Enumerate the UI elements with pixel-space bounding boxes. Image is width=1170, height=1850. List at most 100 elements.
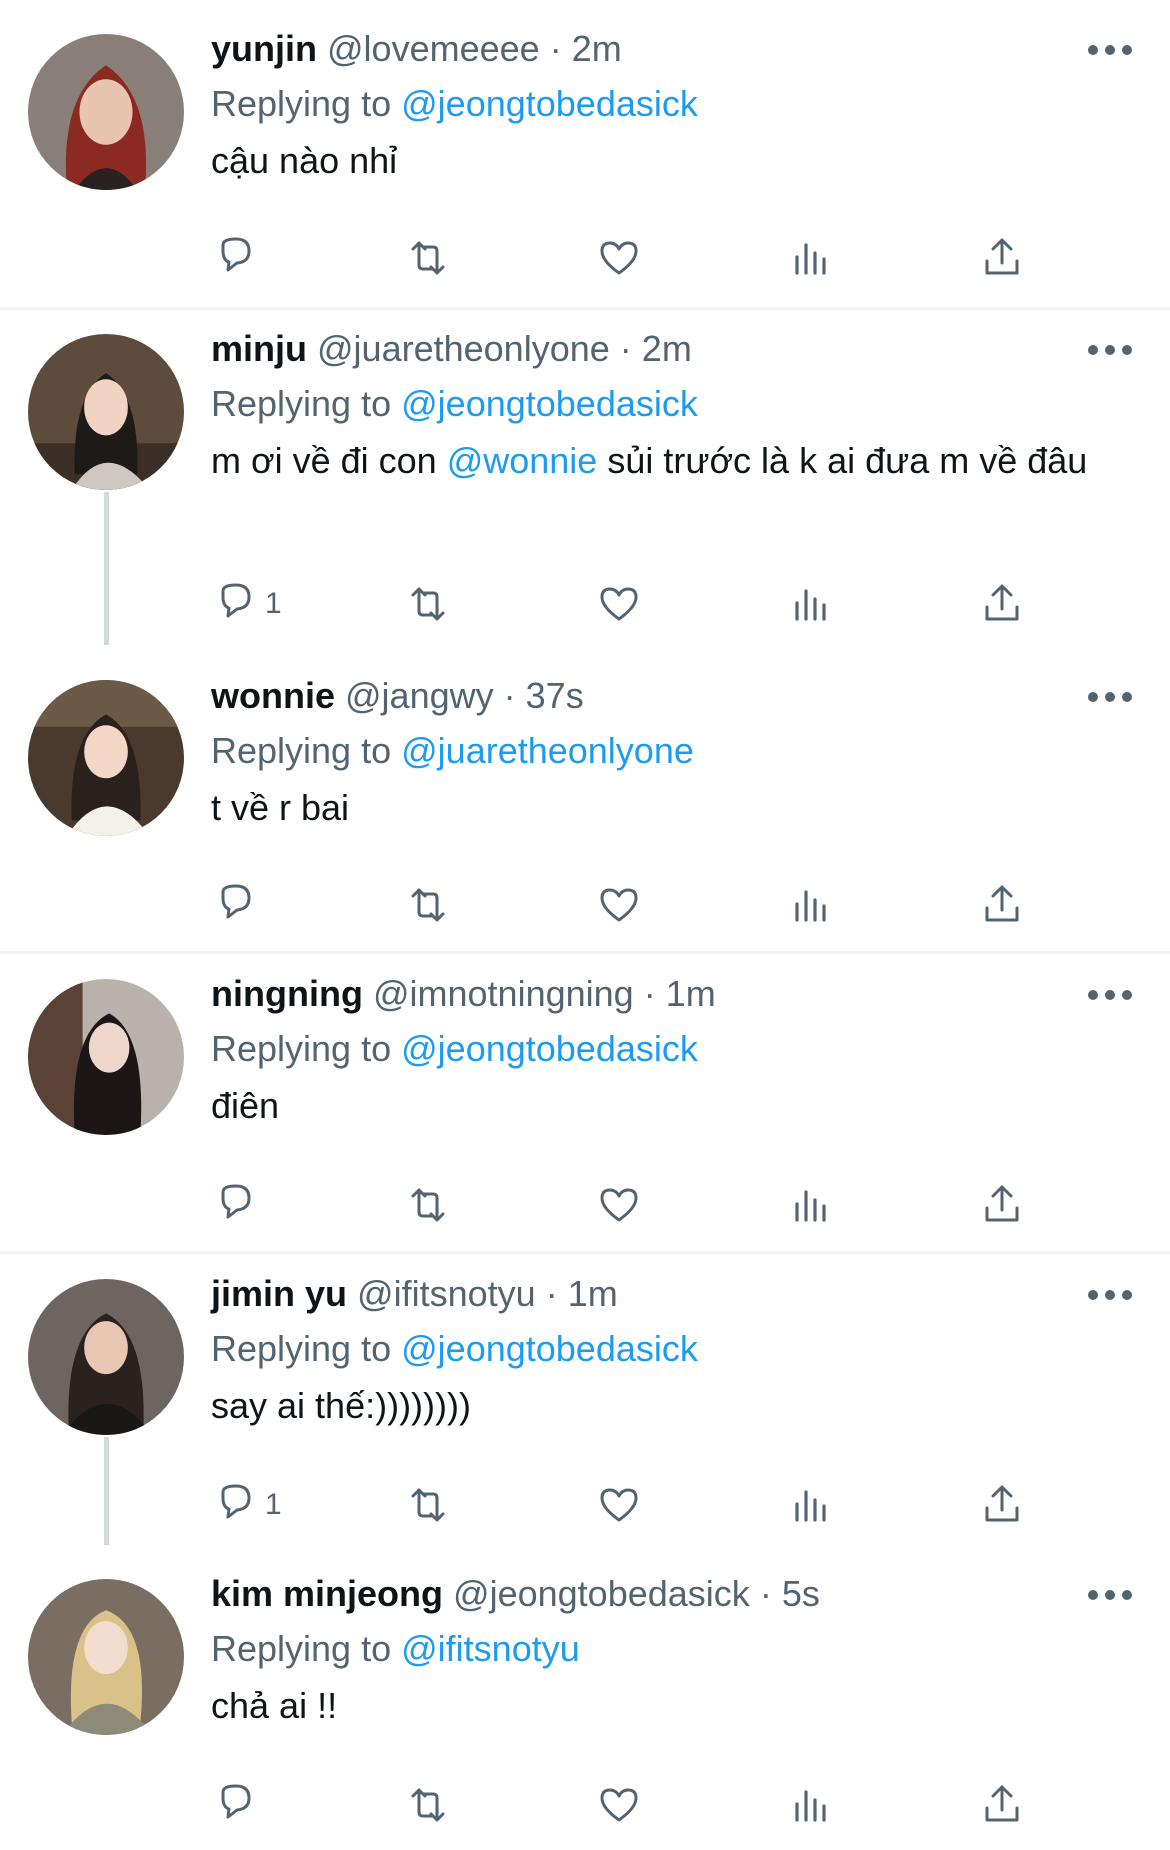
avatar-photo — [28, 680, 184, 836]
views-button[interactable] — [786, 1775, 836, 1835]
views-button[interactable] — [786, 228, 836, 288]
reply-icon — [221, 1484, 251, 1519]
tweet-text: chả ai !! — [211, 1683, 1110, 1729]
display-name[interactable]: yunjin — [211, 28, 317, 69]
reply-button[interactable]: 1 — [211, 1475, 282, 1535]
replying-to-handle[interactable]: @jeongtobedasick — [401, 1328, 698, 1369]
reply-button[interactable] — [211, 228, 261, 288]
reply-button[interactable] — [211, 1775, 261, 1835]
separator-dot: · — [643, 973, 656, 1014]
retweet-icon — [411, 1488, 445, 1522]
like-icon — [600, 1788, 638, 1822]
user-handle[interactable]: @ifitsnotyu — [357, 1273, 536, 1314]
tweet-wonnie[interactable]: wonnie @jangwy · 37s Replying to @juaret… — [0, 645, 1170, 945]
like-button[interactable] — [594, 1175, 644, 1235]
retweet-icon — [411, 1188, 445, 1222]
more-options-icon[interactable] — [1088, 689, 1132, 705]
user-handle[interactable]: @jangwy — [345, 675, 494, 716]
display-name[interactable]: jimin yu — [211, 1273, 347, 1314]
timestamp[interactable]: 2m — [572, 28, 622, 69]
more-options-icon[interactable] — [1088, 42, 1132, 58]
tweet-minju[interactable]: minju @juaretheonlyone · 2m Replying to … — [0, 300, 1170, 645]
share-button[interactable] — [977, 574, 1027, 634]
more-options-icon[interactable] — [1088, 342, 1132, 358]
share-button[interactable] — [977, 228, 1027, 288]
tweet-text-segment: say ai thế:)))))))) — [211, 1385, 471, 1426]
avatar[interactable] — [28, 979, 184, 1135]
tweet-actions — [211, 228, 1071, 288]
reply-button[interactable] — [211, 875, 261, 935]
reply-button[interactable]: 1 — [211, 574, 282, 634]
timestamp[interactable]: 1m — [666, 973, 716, 1014]
like-button[interactable] — [594, 875, 644, 935]
avatar[interactable] — [28, 34, 184, 190]
avatar-photo — [28, 1579, 184, 1735]
display-name[interactable]: kim minjeong — [211, 1573, 443, 1614]
display-name[interactable]: ningning — [211, 973, 363, 1014]
timestamp[interactable]: 2m — [642, 328, 692, 369]
reply-icon — [221, 1184, 251, 1219]
views-icon — [795, 1190, 826, 1222]
views-icon — [795, 1490, 826, 1522]
replying-to-handle[interactable]: @ifitsnotyu — [401, 1628, 580, 1669]
share-button[interactable] — [977, 1175, 1027, 1235]
share-icon — [985, 238, 1019, 275]
replying-to-label: Replying to — [211, 83, 392, 124]
timestamp[interactable]: 37s — [526, 675, 584, 716]
user-handle[interactable]: @juaretheonlyone — [317, 328, 610, 369]
retweet-button[interactable] — [403, 1775, 453, 1835]
views-button[interactable] — [786, 875, 836, 935]
avatar[interactable] — [28, 680, 184, 836]
user-handle[interactable]: @imnotningning — [373, 973, 634, 1014]
retweet-button[interactable] — [403, 1475, 453, 1535]
views-button[interactable] — [786, 1475, 836, 1535]
tweet-ningning[interactable]: ningning @imnotningning · 1m Replying to… — [0, 945, 1170, 1245]
share-icon — [985, 1185, 1019, 1222]
timestamp[interactable]: 1m — [568, 1273, 618, 1314]
mention-link[interactable]: @wonnie — [447, 440, 598, 481]
reply-icon — [221, 884, 251, 919]
replying-to-label: Replying to — [211, 383, 392, 424]
tweet-jimin-yu[interactable]: jimin yu @ifitsnotyu · 1m Replying to @j… — [0, 1245, 1170, 1545]
like-button[interactable] — [594, 1475, 644, 1535]
reply-count: 1 — [265, 587, 282, 620]
share-button[interactable] — [977, 1775, 1027, 1835]
display-name[interactable]: wonnie — [211, 675, 335, 716]
views-button[interactable] — [786, 1175, 836, 1235]
avatar[interactable] — [28, 334, 184, 490]
more-options-icon[interactable] — [1088, 1587, 1132, 1603]
views-icon — [795, 1790, 826, 1822]
share-icon — [985, 1785, 1019, 1822]
timestamp[interactable]: 5s — [782, 1573, 820, 1614]
replying-to-handle[interactable]: @juaretheonlyone — [401, 730, 694, 771]
replying-to-handle[interactable]: @jeongtobedasick — [401, 83, 698, 124]
avatar-photo — [28, 34, 184, 190]
like-button[interactable] — [594, 1775, 644, 1835]
more-options-icon[interactable] — [1088, 987, 1132, 1003]
like-button[interactable] — [594, 574, 644, 634]
user-handle[interactable]: @jeongtobedasick — [453, 1573, 750, 1614]
views-button[interactable] — [786, 574, 836, 634]
share-icon — [985, 1485, 1019, 1522]
tweet-kim-minjeong[interactable]: kim minjeong @jeongtobedasick · 5s Reply… — [0, 1545, 1170, 1850]
retweet-button[interactable] — [403, 1175, 453, 1235]
avatar[interactable] — [28, 1279, 184, 1435]
retweet-button[interactable] — [403, 228, 453, 288]
avatar[interactable] — [28, 1579, 184, 1735]
share-button[interactable] — [977, 875, 1027, 935]
separator-dot: · — [503, 675, 516, 716]
retweet-button[interactable] — [403, 574, 453, 634]
tweet-yunjin[interactable]: yunjin @lovemeeee · 2m Replying to @jeon… — [0, 0, 1170, 300]
user-handle[interactable]: @lovemeeee — [327, 28, 540, 69]
more-options-icon[interactable] — [1088, 1287, 1132, 1303]
tweet-text: điên — [211, 1083, 1110, 1129]
tweet-text-segment: m ơi về đi con — [211, 440, 447, 481]
replying-to-handle[interactable]: @jeongtobedasick — [401, 383, 698, 424]
like-button[interactable] — [594, 228, 644, 288]
replying-to-handle[interactable]: @jeongtobedasick — [401, 1028, 698, 1069]
reply-button[interactable] — [211, 1175, 261, 1235]
display-name[interactable]: minju — [211, 328, 307, 369]
retweet-button[interactable] — [403, 875, 453, 935]
retweet-icon — [411, 241, 445, 275]
share-button[interactable] — [977, 1475, 1027, 1535]
